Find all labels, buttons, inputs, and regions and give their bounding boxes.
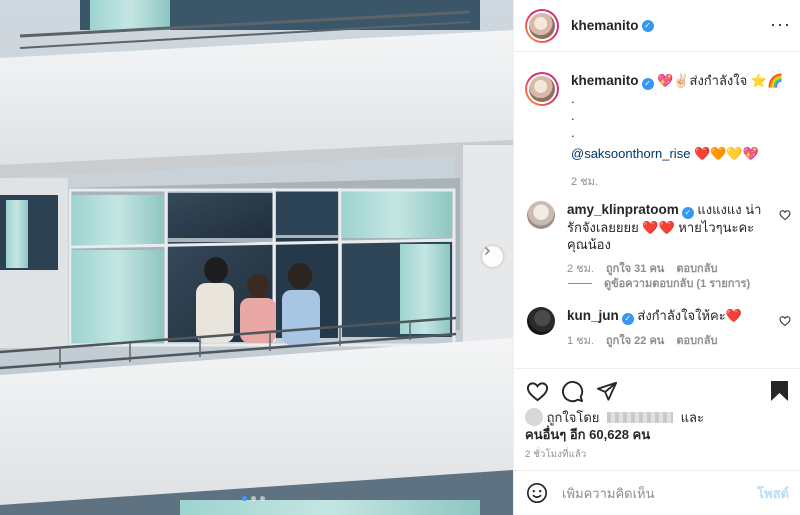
caption-avatar[interactable] xyxy=(525,72,559,106)
view-replies-button[interactable]: ดูข้อความตอบกลับ (1 รายการ) xyxy=(568,274,750,292)
verified-badge-icon: ✓ xyxy=(641,19,654,32)
carousel-next-button[interactable] xyxy=(482,246,503,267)
comment-username[interactable]: kun_jun xyxy=(567,308,619,323)
post-header: khemanito ✓ ··· xyxy=(514,0,800,52)
likes-others-link[interactable]: คนอื่นๆ อีก 60,628 คน xyxy=(525,426,704,443)
likes-summary: ถูกใจโดย และ คนอื่นๆ อีก 60,628 คน xyxy=(525,408,704,443)
view-replies-label: ดูข้อความตอบกลับ (1 รายการ) xyxy=(604,278,751,290)
heart-outline-icon[interactable] xyxy=(779,315,791,327)
save-bookmark-icon[interactable] xyxy=(770,380,789,402)
comment-item: kun_jun ✓ ส่งกำลังใจให้คะ❤️ 1 ชม. ถูกใจ 2… xyxy=(527,307,795,350)
emoji-smiley-icon[interactable] xyxy=(526,482,548,504)
comment-username[interactable]: amy_klinpratoom xyxy=(567,202,679,217)
post-timestamp: 2 ชั่วโมงที่แล้ว xyxy=(525,449,587,460)
comment-reply-button[interactable]: ตอบกลับ xyxy=(676,333,717,350)
comment-text: ส่งกำลังใจให้คะ❤️ xyxy=(637,308,742,323)
caption-mention-link[interactable]: @saksoonthorn_rise xyxy=(571,146,690,161)
caption-text: 💖✌🏻ส่งกำลังใจ ⭐️🌈 xyxy=(657,73,784,88)
caption-username[interactable]: khemanito xyxy=(571,73,639,88)
author-username[interactable]: khemanito xyxy=(571,18,639,33)
commenter-avatar[interactable] xyxy=(527,201,555,229)
carousel-dot xyxy=(242,496,247,501)
like-heart-icon[interactable] xyxy=(526,380,549,403)
chevron-right-icon xyxy=(484,246,491,256)
share-paper-plane-icon[interactable] xyxy=(596,380,618,402)
add-comment-bar: โพสต์ xyxy=(514,470,800,515)
comment-bubble-icon[interactable] xyxy=(561,380,584,403)
more-options-icon[interactable]: ··· xyxy=(770,14,791,35)
comment-item: amy_klinpratoom ✓ แงแงแง น่ารักจังเลยยยย … xyxy=(527,201,795,278)
commenter-avatar[interactable] xyxy=(527,307,555,335)
comment-input[interactable] xyxy=(562,485,758,501)
caption-line: . xyxy=(571,91,575,106)
comment-likes-link[interactable]: ถูกใจ 22 คน xyxy=(606,333,664,350)
caption-emoji: ❤️🧡💛💖 xyxy=(690,146,759,161)
caption-line: . xyxy=(571,108,575,123)
post-side-panel: khemanito ✓ ··· khemanito ✓ 💖✌🏻ส่งกำลังใจ… xyxy=(513,0,800,515)
author-avatar[interactable] xyxy=(525,8,559,43)
post-caption: khemanito ✓ 💖✌🏻ส่งกำลังใจ ⭐️🌈 . . . @saks… xyxy=(525,72,795,191)
post-comment-button[interactable]: โพสต์ xyxy=(757,483,789,504)
carousel-dots xyxy=(242,496,265,501)
caption-line: . xyxy=(571,125,575,140)
verified-badge-icon: ✓ xyxy=(621,313,634,325)
liker-username-blurred[interactable] xyxy=(607,412,673,423)
post-photo[interactable] xyxy=(0,0,513,515)
liker-avatar[interactable] xyxy=(525,408,543,426)
heart-outline-icon[interactable] xyxy=(779,209,791,221)
carousel-dot xyxy=(260,496,265,501)
verified-badge-icon: ✓ xyxy=(641,78,654,90)
photo-building-image xyxy=(0,0,513,515)
verified-badge-icon: ✓ xyxy=(681,207,694,219)
comment-time: 1 ชม. xyxy=(567,335,594,347)
likes-suffix: และ xyxy=(680,410,704,425)
likes-prefix: ถูกใจโดย xyxy=(546,410,600,425)
caption-time: 2 ชม. xyxy=(571,176,598,188)
carousel-dot xyxy=(251,496,256,501)
view-replies-line xyxy=(568,282,592,284)
